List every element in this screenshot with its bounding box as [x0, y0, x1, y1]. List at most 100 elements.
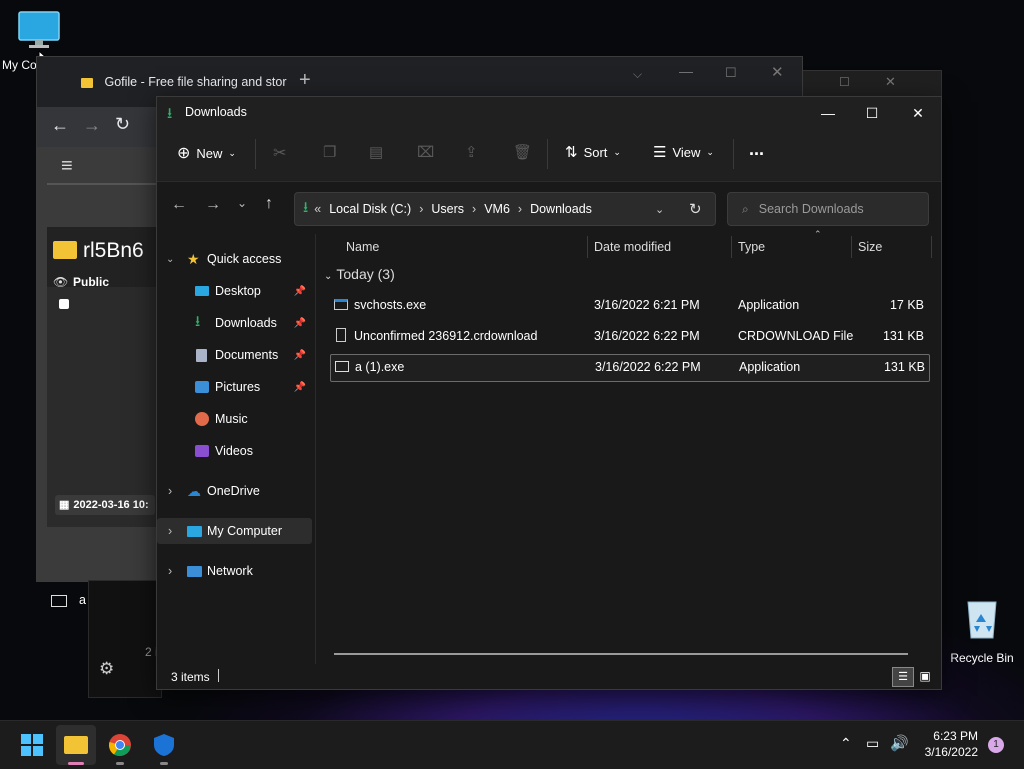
folder-icon [81, 77, 93, 88]
sort-icon: ⇅ [565, 144, 578, 161]
nav-item-downloads[interactable]: ⭳ Downloads 📌 [157, 310, 312, 336]
downloads-icon: ⭳ [195, 312, 201, 330]
column-header-size[interactable]: Size [858, 234, 882, 260]
delete-icon[interactable]: 🗑 [513, 143, 532, 161]
file-list: Name ⌃ Date modified Type Size ⌄ Today (3… [316, 229, 941, 664]
cut-icon[interactable]: ✂ [273, 143, 286, 163]
more-options-button[interactable]: ... [749, 139, 764, 160]
network-icon [187, 565, 202, 577]
nav-item-network[interactable]: › Network [157, 558, 312, 584]
nav-item-quick-access[interactable]: ⌄ ★ Quick access [157, 246, 312, 272]
breadcrumb-overflow[interactable]: « [314, 202, 321, 216]
application-icon [334, 299, 348, 310]
details-view-icon[interactable]: ☰ [892, 667, 914, 687]
taskbar-chrome[interactable] [100, 725, 140, 765]
explorer-title-bar[interactable]: ⭳ Downloads — ☐ ✕ [157, 97, 941, 129]
select-checkbox[interactable] [59, 299, 69, 309]
nav-item-desktop[interactable]: Desktop 📌 [157, 278, 312, 304]
view-button[interactable]: ☰ View ⌄ [653, 143, 714, 161]
close-icon[interactable]: ✕ [885, 74, 896, 90]
file-type: CRDOWNLOAD File [738, 329, 854, 343]
breadcrumb-local-disk[interactable]: Local Disk (C:) [329, 202, 411, 216]
forward-icon[interactable]: → [205, 196, 221, 214]
taskbar-file-explorer[interactable] [56, 725, 96, 765]
new-tab-button[interactable]: + [299, 69, 311, 92]
file-size: 17 KB [889, 298, 924, 312]
reload-icon[interactable]: ↻ [115, 114, 130, 135]
nav-item-my-computer[interactable]: › My Computer [157, 518, 312, 544]
chrome-tab[interactable]: Gofile - Free file sharing and stor [81, 67, 301, 97]
back-icon[interactable]: ← [51, 115, 69, 136]
breadcrumb-downloads[interactable]: Downloads [530, 202, 592, 216]
maximize-icon[interactable]: ☐ [725, 65, 737, 81]
file-row-selected[interactable]: a (1).exe 3/16/2022 6:22 PM Application … [330, 354, 930, 382]
chevron-right-icon: › [168, 524, 173, 538]
column-header-date[interactable]: Date modified [594, 234, 671, 260]
volume-icon[interactable]: 🔊 [890, 734, 909, 752]
file-name: svchosts.exe [354, 298, 427, 312]
network-icon[interactable]: ▭ [866, 735, 879, 752]
close-button[interactable]: ✕ [895, 97, 941, 129]
file-row[interactable]: svchosts.exe 3/16/2022 6:21 PM Applicati… [330, 292, 928, 318]
chevron-up-icon[interactable]: ⌃ [840, 735, 852, 752]
nav-item-videos[interactable]: Videos [157, 438, 312, 464]
search-field[interactable]: ⌕ Search Downloads [727, 192, 929, 226]
new-button[interactable]: ⊕ New ⌄ [177, 143, 236, 163]
rename-icon[interactable]: ⌧ [417, 143, 434, 161]
nav-item-onedrive[interactable]: › ☁ OneDrive [157, 478, 312, 504]
chrome-tab-search-icon[interactable]: ⌵ [633, 67, 642, 82]
nav-item-music[interactable]: Music [157, 406, 312, 432]
file-row[interactable]: Unconfirmed 236912.crdownload 3/16/2022 … [330, 323, 928, 349]
pictures-icon [195, 381, 209, 393]
file-explorer-window[interactable]: ⭳ Downloads — ☐ ✕ ⊕ New ⌄ ✂ ❐ ▤ ⌧ ⇪ 🗑 ⇅ … [156, 96, 942, 690]
paste-icon[interactable]: ▤ [369, 143, 383, 161]
chevron-down-icon[interactable]: ⌄ [655, 203, 664, 216]
sort-button[interactable]: ⇅ Sort ⌄ [565, 143, 621, 161]
chrome-tab-title: Gofile - Free file sharing and stor [104, 75, 287, 89]
menu-icon[interactable]: ≡ [61, 155, 73, 178]
nav-label: Music [215, 412, 248, 426]
recent-locations-icon[interactable]: ⌄ [237, 196, 247, 210]
gear-icon[interactable]: ⚙ [99, 659, 114, 679]
close-icon: ✕ [912, 104, 924, 121]
notification-badge[interactable]: 1 [988, 737, 1004, 753]
maximize-icon[interactable]: ☐ [839, 75, 850, 89]
address-bar[interactable]: ⭳ « Local Disk (C:) › Users › VM6 › Down… [294, 192, 716, 226]
search-placeholder: Search Downloads [758, 202, 864, 216]
desktop-icon-recycle-bin[interactable]: Recycle Bin [942, 596, 1022, 666]
forward-icon[interactable]: → [83, 115, 101, 136]
up-icon[interactable]: ↑ [265, 195, 273, 213]
date-badge: ▦ 2022-03-16 10: [55, 495, 155, 515]
minimize-button[interactable]: — [805, 97, 851, 129]
nav-item-pictures[interactable]: Pictures 📌 [157, 374, 312, 400]
window-title: Downloads [185, 105, 247, 119]
horizontal-scrollbar[interactable] [334, 653, 908, 655]
application-icon [51, 594, 67, 607]
close-icon[interactable]: ✕ [771, 63, 784, 81]
start-button[interactable] [12, 725, 52, 765]
back-icon[interactable]: ← [171, 196, 187, 214]
breadcrumb-vm6[interactable]: VM6 [484, 202, 510, 216]
monitor-icon [18, 11, 60, 48]
desktop-icon-label: My Co [2, 58, 37, 72]
tiles-view-icon[interactable]: ▣ [915, 667, 935, 685]
maximize-button[interactable]: ☐ [849, 97, 895, 129]
file-panel: ▦ 2022-03-16 10: [47, 287, 157, 527]
column-header-name[interactable]: Name [346, 234, 379, 260]
share-icon[interactable]: ⇪ [465, 143, 478, 161]
taskbar-defender[interactable] [144, 725, 184, 765]
breadcrumb-users[interactable]: Users [431, 202, 464, 216]
cloud-icon: ☁ [187, 482, 201, 499]
nav-item-documents[interactable]: Documents 📌 [157, 342, 312, 368]
clock[interactable]: 6:23 PM 3/16/2022 [910, 729, 978, 759]
search-icon: ⌕ [742, 201, 749, 216]
column-header-type[interactable]: Type [738, 234, 765, 260]
minimize-icon[interactable]: — [679, 63, 693, 79]
group-header-today[interactable]: ⌄ Today (3) [324, 266, 395, 282]
copy-icon[interactable]: ❐ [323, 143, 336, 161]
nav-label: My Computer [207, 524, 283, 538]
folder-icon [64, 736, 88, 754]
refresh-icon[interactable]: ↻ [689, 200, 702, 218]
minimize-icon: — [821, 105, 835, 121]
videos-icon [195, 445, 209, 457]
